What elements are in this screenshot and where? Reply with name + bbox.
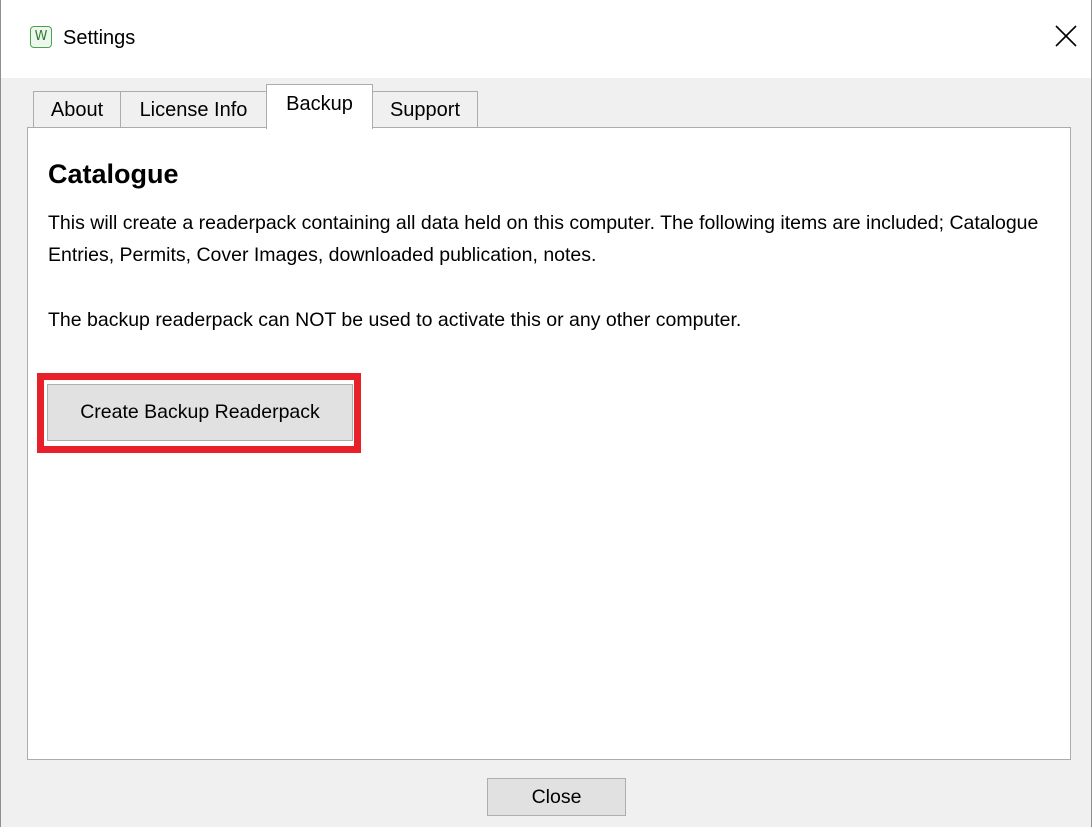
close-icon [1055, 25, 1077, 47]
settings-window: W Settings About License Info Backup Sup… [0, 0, 1092, 827]
app-logo-icon: W [30, 26, 52, 48]
window-close-button[interactable] [1041, 14, 1091, 58]
dialog-body: About License Info Backup Support Catalo… [1, 78, 1091, 827]
backup-tab-panel: Catalogue This will create a readerpack … [27, 127, 1071, 760]
close-button[interactable]: Close [487, 778, 626, 816]
title-bar: W Settings [1, 0, 1091, 78]
backup-description: This will create a readerpack containing… [48, 212, 1039, 266]
section-title: Catalogue [48, 159, 179, 189]
tab-backup[interactable]: Backup [266, 84, 373, 129]
backup-note: The backup readerpack can NOT be used to… [48, 309, 742, 331]
tab-strip: About License Info Backup Support [33, 82, 1073, 129]
window-title: Settings [63, 27, 136, 49]
tab-license-info[interactable]: License Info [120, 91, 267, 128]
tab-about[interactable]: About [33, 91, 121, 128]
tab-support[interactable]: Support [372, 91, 478, 128]
create-backup-readerpack-button[interactable]: Create Backup Readerpack [47, 384, 353, 441]
